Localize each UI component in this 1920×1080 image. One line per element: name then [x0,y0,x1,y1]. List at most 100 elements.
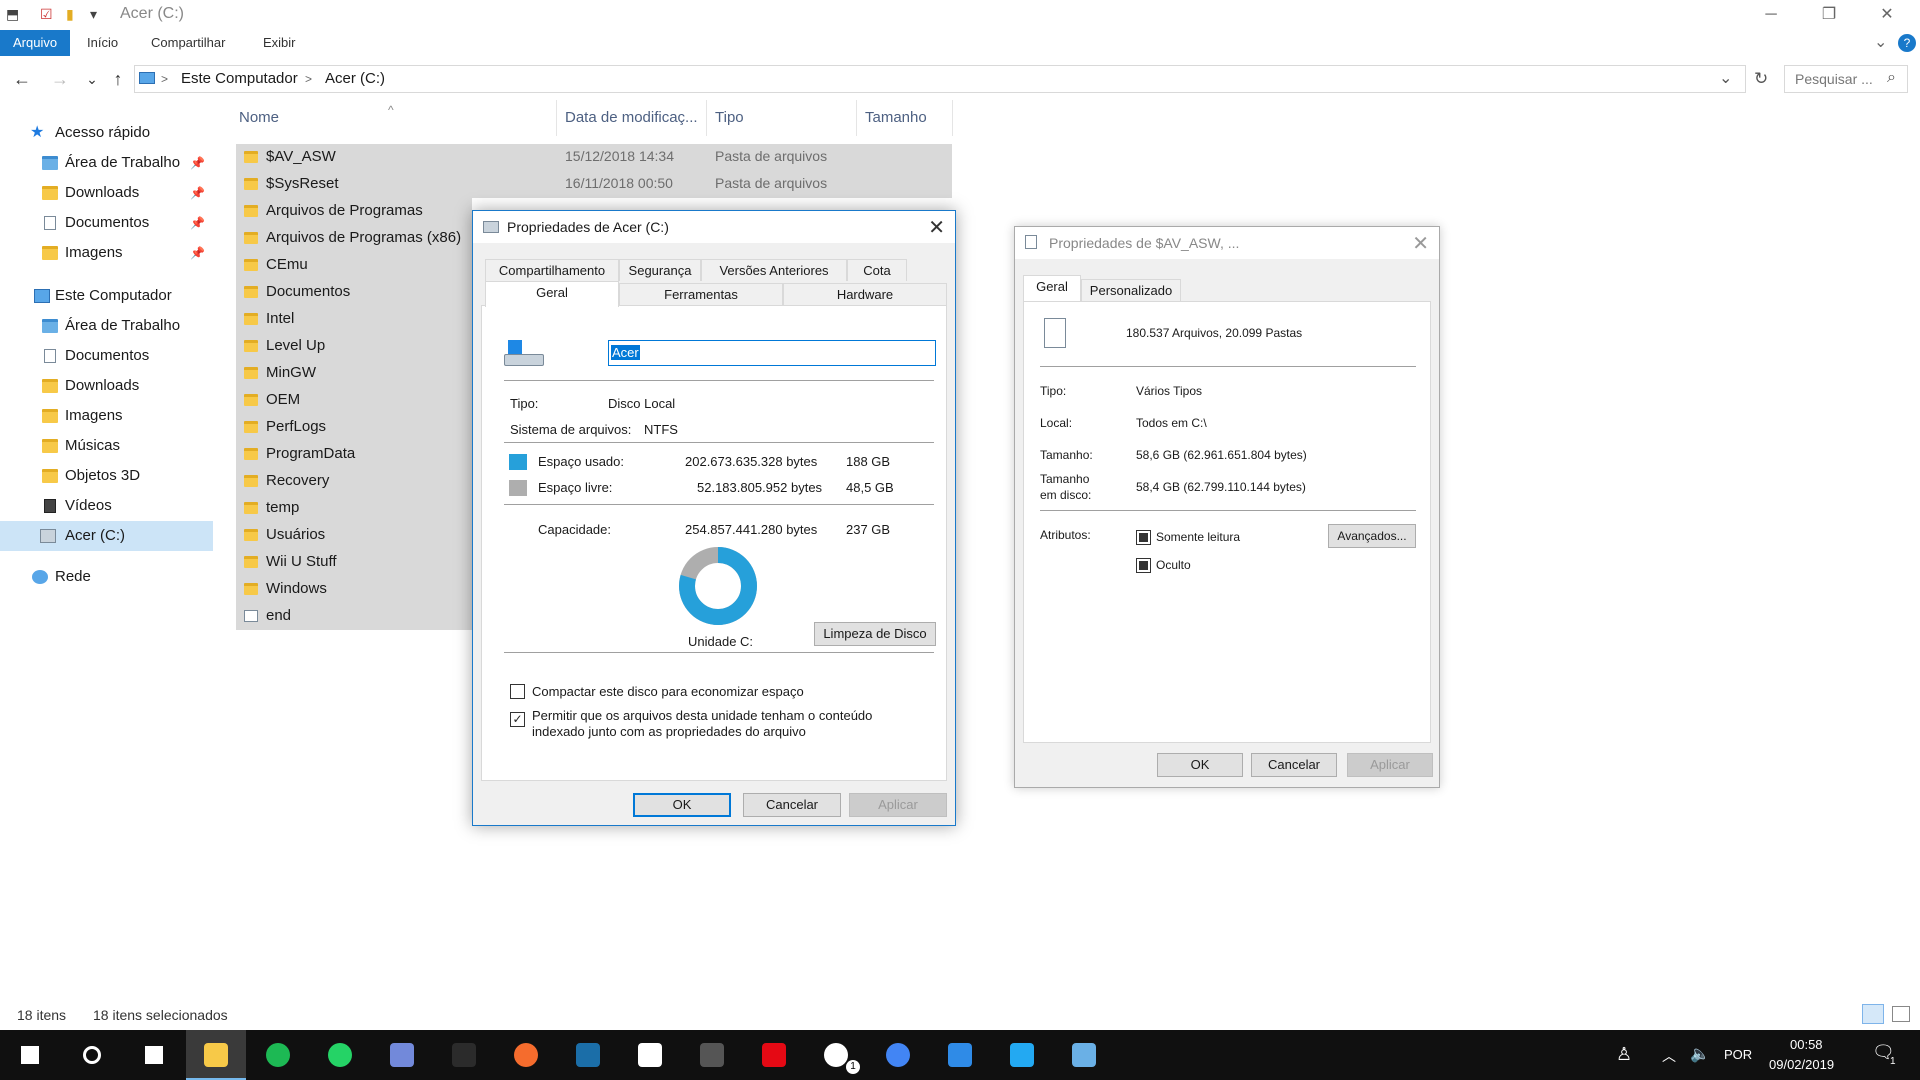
column-header-nome[interactable]: Nome [239,100,279,136]
table-row[interactable]: $AV_ASW 15/12/2018 14:34 Pasta de arquivos [236,144,952,171]
up-button[interactable]: ↑ [106,67,130,91]
taskbar-start-button[interactable] [0,1030,60,1080]
back-button[interactable]: ← [10,67,34,91]
customize-toolbar-icon[interactable]: ▾ [90,6,97,23]
sidebar-item-acer-c[interactable]: Acer (C:) [0,521,213,551]
tab-seguranca[interactable]: Segurança [619,259,701,281]
pin-icon[interactable]: 📌 [190,178,205,208]
compress-checkbox[interactable] [510,684,525,699]
sidebar-item-pc-area-de-trabalho[interactable]: Área de Trabalho [0,311,213,341]
taskbar-control-panel-button[interactable] [1054,1030,1114,1080]
expand-ribbon-icon[interactable]: ⌄ [1874,32,1887,52]
sidebar-item-pc-objetos-3d[interactable]: Objetos 3D [0,461,213,491]
recent-locations-button[interactable]: ⌄ [80,67,104,91]
tab-arquivo[interactable]: Arquivo [0,30,71,56]
close-icon[interactable]: ✕ [928,215,945,240]
taskbar-steam-button[interactable] [558,1030,618,1080]
taskbar-bluestacks-button[interactable] [930,1030,990,1080]
sidebar-item-downloads[interactable]: Downloads 📌 [0,178,213,208]
drive-name-input[interactable]: Acer [608,340,936,366]
table-row[interactable]: PerfLogs [236,414,472,441]
sidebar-item-pc-videos[interactable]: Vídeos [0,491,213,521]
sidebar-item-area-de-trabalho[interactable]: Área de Trabalho 📌 [0,148,213,178]
tab-geral[interactable]: Geral [1023,275,1081,301]
column-divider[interactable] [556,100,557,136]
sidebar-item-pc-downloads[interactable]: Downloads [0,371,213,401]
sidebar-item-imagens[interactable]: Imagens 📌 [0,238,213,268]
table-row[interactable]: Intel [236,306,472,333]
table-row[interactable]: Recovery [236,468,472,495]
tab-cota[interactable]: Cota [847,259,907,281]
table-row[interactable]: end [236,603,472,630]
table-row[interactable]: CEmu [236,252,472,279]
new-folder-icon[interactable]: ▮ [66,6,74,23]
sidebar-item-este-computador[interactable]: Este Computador [0,281,213,311]
sidebar-item-pc-musicas[interactable]: Músicas [0,431,213,461]
tab-personalizado[interactable]: Personalizado [1081,279,1181,301]
table-row[interactable]: ProgramData [236,441,472,468]
maximize-button[interactable]: ❐ [1800,0,1858,30]
ok-button[interactable]: OK [633,793,731,817]
close-button[interactable]: ✕ [1858,0,1916,30]
tab-ferramentas[interactable]: Ferramentas [619,283,783,305]
advanced-button[interactable]: Avançados... [1328,524,1416,548]
minimize-button[interactable]: ─ [1742,0,1800,30]
clock-time[interactable]: 00:58 [1790,1037,1823,1052]
table-row[interactable]: Wii U Stuff [236,549,472,576]
table-row[interactable]: Documentos [236,279,472,306]
table-row[interactable]: Level Up [236,333,472,360]
large-icons-view-icon[interactable] [1892,1006,1910,1022]
table-row[interactable]: Windows [236,576,472,603]
sidebar-item-acesso-rapido[interactable]: ★ Acesso rápido [0,118,213,148]
table-row[interactable]: Arquivos de Programas (x86) [236,225,472,252]
hidden-checkbox[interactable] [1136,558,1151,573]
disk-cleanup-button[interactable]: Limpeza de Disco [814,622,936,646]
sidebar-item-rede[interactable]: Rede [0,562,213,592]
tab-compartilhar[interactable]: Compartilhar [138,30,238,56]
pin-icon[interactable]: 📌 [190,148,205,178]
show-hidden-icons-icon[interactable]: ︿ [1662,1046,1676,1066]
index-checkbox[interactable]: ✓ [510,712,525,727]
tab-hardware[interactable]: Hardware [783,283,947,305]
table-row[interactable]: Usuários [236,522,472,549]
sidebar-item-pc-imagens[interactable]: Imagens [0,401,213,431]
breadcrumb-acer-c[interactable]: Acer (C:) [325,70,385,87]
properties-icon[interactable]: ☑ [40,6,53,23]
column-header-tamanho[interactable]: Tamanho [865,100,927,136]
tab-exibir[interactable]: Exibir [250,30,309,56]
sidebar-item-pc-documentos[interactable]: Documentos [0,341,213,371]
taskbar-chrome-button[interactable] [868,1030,928,1080]
taskbar-geforce-button[interactable] [682,1030,742,1080]
pin-icon[interactable]: 📌 [190,238,205,268]
taskbar-discord-button[interactable] [372,1030,432,1080]
taskbar-file-explorer-button[interactable] [186,1030,246,1080]
taskbar-vscode-button[interactable] [992,1030,1052,1080]
taskbar-netflix-button[interactable] [744,1030,804,1080]
taskbar-notion-button[interactable] [434,1030,494,1080]
table-row[interactable]: temp [236,495,472,522]
taskbar-whatsapp-button[interactable] [310,1030,370,1080]
column-divider[interactable] [856,100,857,136]
table-row[interactable]: MinGW [236,360,472,387]
ok-button[interactable]: OK [1157,753,1243,777]
forward-button[interactable]: → [48,67,72,91]
taskbar-task-view-button[interactable] [124,1030,184,1080]
people-icon[interactable]: ♙ [1616,1044,1632,1065]
sidebar-item-documentos[interactable]: Documentos 📌 [0,208,213,238]
tab-versoes-anteriores[interactable]: Versões Anteriores [701,259,847,281]
tab-inicio[interactable]: Início [74,30,131,56]
language-indicator[interactable]: POR [1724,1047,1752,1062]
refresh-icon[interactable]: ↻ [1754,69,1768,89]
apply-button[interactable]: Aplicar [849,793,947,817]
clock-date[interactable]: 09/02/2019 [1769,1057,1834,1072]
cancel-button[interactable]: Cancelar [1251,753,1337,777]
column-divider[interactable] [952,100,953,136]
apply-button[interactable]: Aplicar [1347,753,1433,777]
taskbar-cortana-button[interactable] [62,1030,122,1080]
explorer-icon[interactable]: ⬒ [6,6,19,23]
cancel-button[interactable]: Cancelar [743,793,841,817]
help-icon[interactable]: ? [1898,34,1916,52]
readonly-checkbox[interactable] [1136,530,1151,545]
search-input[interactable]: Pesquisar ... ⌕ [1784,65,1908,93]
details-view-icon[interactable] [1862,1004,1884,1024]
